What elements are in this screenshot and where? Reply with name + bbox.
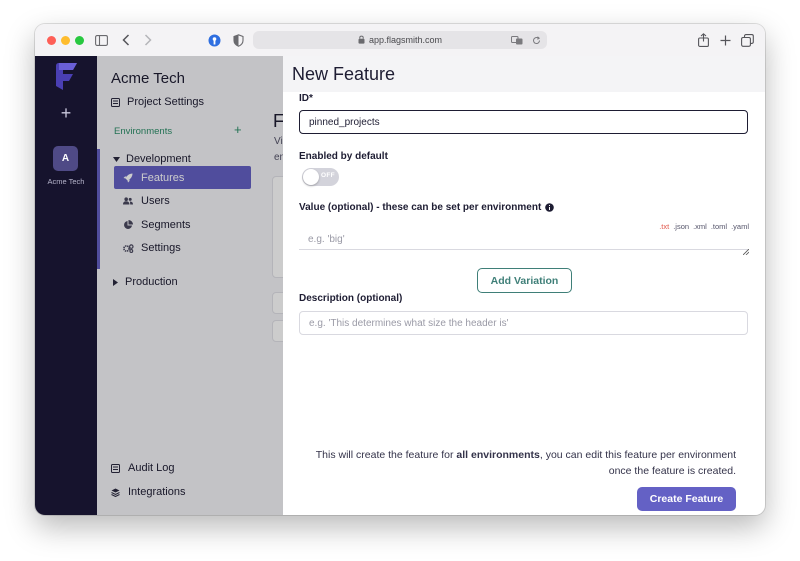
zoom-window-button[interactable] <box>75 36 84 45</box>
org-avatar[interactable]: A <box>53 146 78 171</box>
add-org-button[interactable]: + <box>35 103 97 124</box>
enabled-label: Enabled by default <box>299 151 388 162</box>
flagsmith-logo-icon[interactable] <box>52 62 80 97</box>
toggle-text: OFF <box>321 172 335 179</box>
modal-title: New Feature <box>292 64 396 84</box>
footer-text-line2: once the feature is created. <box>608 465 736 477</box>
address-bar[interactable]: app.flagsmith.com <box>253 31 547 49</box>
enabled-toggle[interactable]: OFF <box>302 168 339 186</box>
create-feature-button[interactable]: Create Feature <box>637 487 736 511</box>
toggle-knob <box>303 169 319 185</box>
url-text: app.flagsmith.com <box>368 35 443 45</box>
minimize-window-button[interactable] <box>61 36 70 45</box>
id-input[interactable]: pinned_projects <box>299 110 748 134</box>
translate-icon[interactable] <box>511 31 523 49</box>
extension-icon[interactable] <box>207 31 221 49</box>
add-variation-button[interactable]: Add Variation <box>477 268 572 293</box>
id-label: ID* <box>299 93 313 104</box>
privacy-shield-icon[interactable] <box>231 31 245 49</box>
back-icon[interactable] <box>119 31 133 49</box>
footer-text-suffix: , you can edit this feature per environm… <box>539 449 736 461</box>
modal-header: New Feature <box>283 56 765 92</box>
tab-overview-icon[interactable] <box>739 31 755 49</box>
browser-window: app.flagsmith.com + A Acme Tech Acme Tec… <box>35 24 765 515</box>
forward-icon[interactable] <box>141 31 155 49</box>
browser-toolbar: app.flagsmith.com <box>35 24 765 57</box>
app: + A Acme Tech Acme Tech Project Settings… <box>35 56 765 515</box>
org-name: Acme Tech <box>47 177 85 186</box>
new-tab-icon[interactable] <box>717 31 733 49</box>
lock-icon <box>358 35 365 46</box>
footer-text-prefix: This will create the feature for <box>315 449 457 461</box>
app-rail: + A Acme Tech <box>35 56 97 515</box>
description-label: Description (optional) <box>299 293 403 304</box>
value-label-row: Value (optional) - these can be set per … <box>299 202 555 213</box>
close-window-button[interactable] <box>47 36 56 45</box>
description-input[interactable]: e.g. 'This determines what size the head… <box>299 311 748 335</box>
footer-text-bold: all environments <box>456 449 540 461</box>
footer-note: This will create the feature for all env… <box>296 447 736 479</box>
sidebar-toggle-icon[interactable] <box>93 31 109 49</box>
reload-icon[interactable] <box>532 31 541 49</box>
value-label: Value (optional) - these can be set per … <box>299 202 542 213</box>
share-icon[interactable] <box>695 31 711 49</box>
new-feature-modal: New Feature ID* pinned_projects Enabled … <box>283 56 765 515</box>
textarea-resize-icon[interactable] <box>742 242 750 260</box>
info-icon[interactable] <box>545 203 555 212</box>
value-textarea[interactable]: e.g. 'big' <box>299 230 749 250</box>
